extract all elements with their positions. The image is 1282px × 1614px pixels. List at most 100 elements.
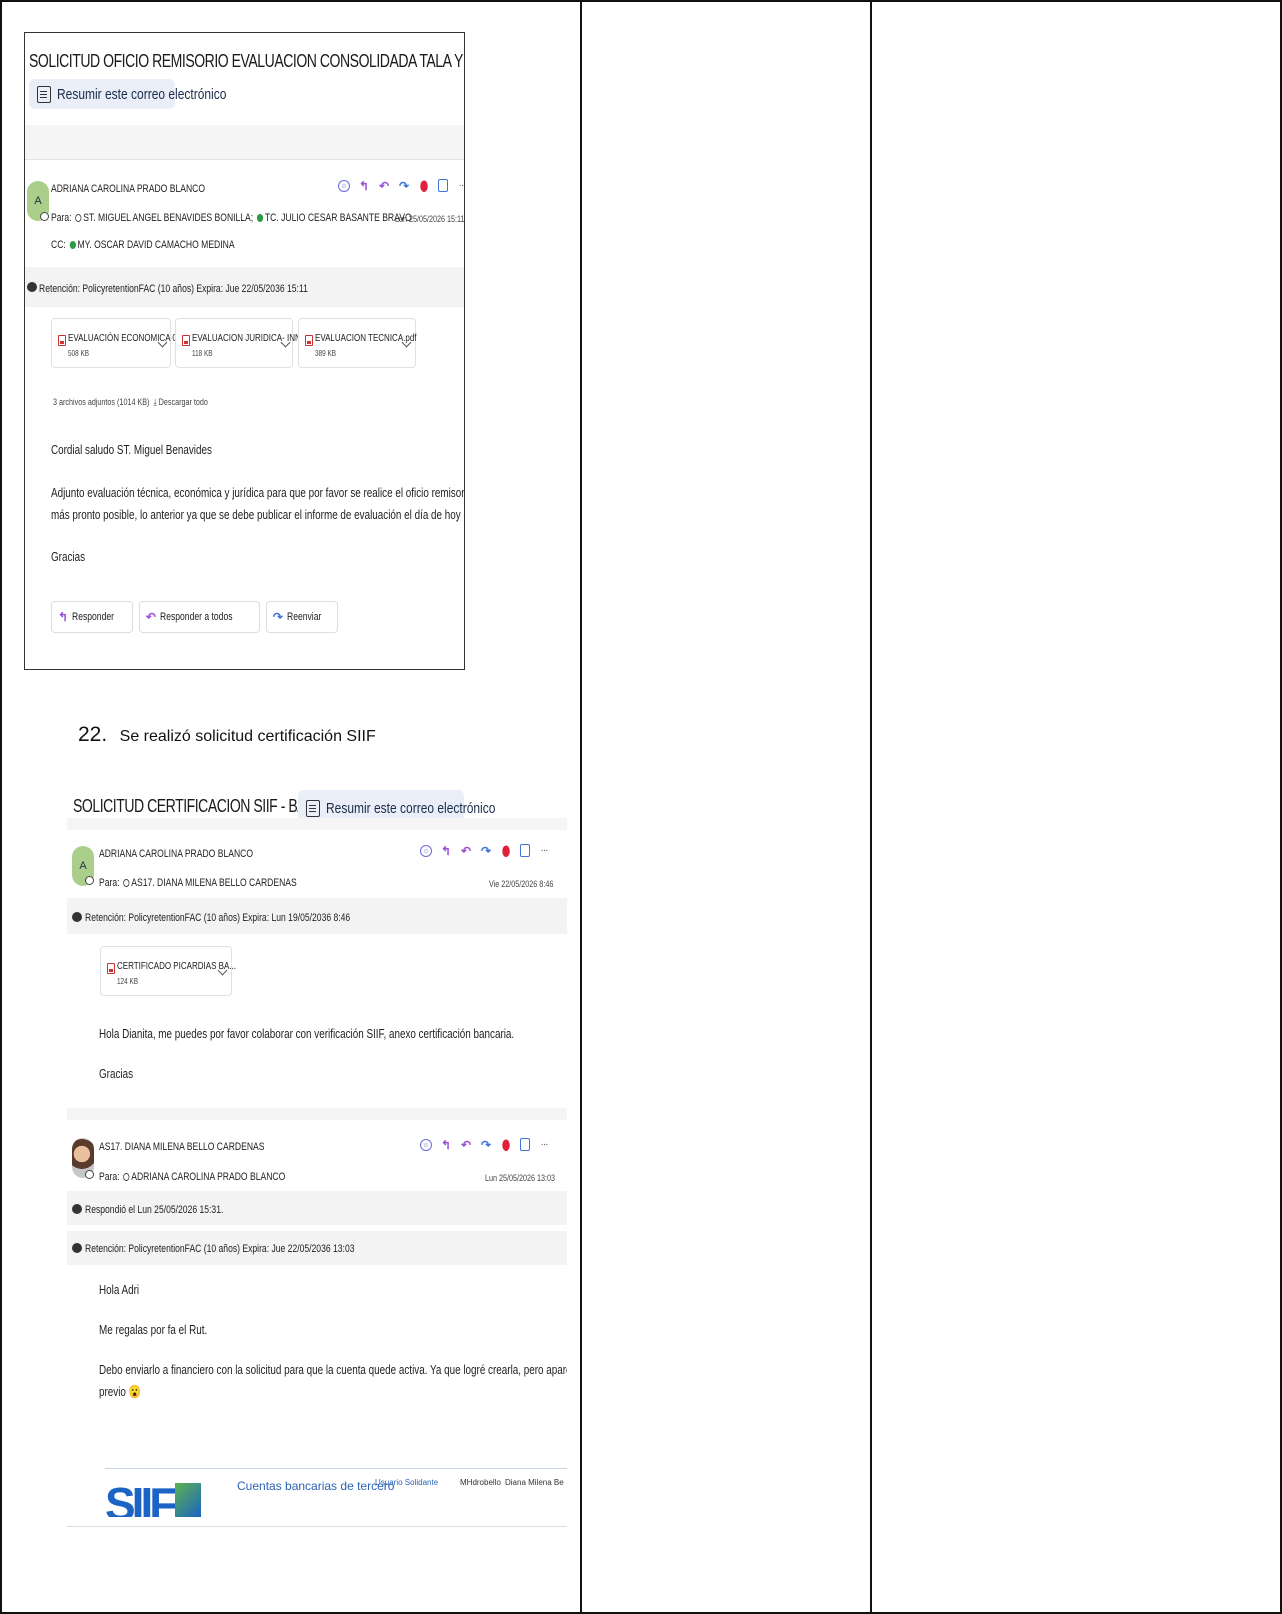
siif-page-title: Cuentas bancarias de tercero — [237, 1479, 395, 1493]
download-icon[interactable]: ⤓ — [153, 397, 156, 407]
summarize-icon — [306, 799, 320, 817]
reply-icon[interactable]: ↰ — [358, 180, 370, 192]
apps-icon[interactable] — [520, 844, 530, 857]
body-line: Adjunto evaluación técnica, económica y … — [51, 485, 465, 500]
reply-label: Responder — [72, 611, 115, 623]
siif-logo-mark — [175, 1483, 201, 1517]
body-line: Me regalas por fa el Rut. — [99, 1322, 208, 1337]
reply-buttons: ↰ Responder ↶ Responder a todos ↷ Reenviar — [51, 601, 338, 633]
message-separator — [67, 1108, 567, 1120]
sender-name[interactable]: ADRIANA CAROLINA PRADO BLANCO — [99, 848, 253, 860]
forward-icon[interactable]: ↷ — [480, 1139, 492, 1151]
reply-all-icon[interactable]: ↶ — [460, 1139, 472, 1151]
more-icon[interactable]: ··· — [456, 180, 465, 192]
to-label: Para: — [99, 877, 120, 889]
forward-icon: ↷ — [272, 610, 283, 624]
recipients-cc: CC: MY. OSCAR DAVID CAMACHO MEDINA — [51, 239, 235, 251]
emoji-icon: 😮 — [128, 1384, 141, 1399]
shield-icon[interactable]: ⬮ — [418, 179, 430, 193]
cc-label: CC: — [51, 239, 66, 251]
body-line: Hola Adri — [99, 1282, 140, 1297]
attachment-card[interactable]: CERTIFICADO PICARDIAS BA... 124 KB — [100, 946, 236, 996]
reply-all-button[interactable]: ↶ Responder a todos — [138, 601, 260, 633]
emoji-icon[interactable]: ☺ — [338, 179, 350, 192]
siif-user-label: Usuario Solidante — [375, 1478, 439, 1487]
presence-icon — [69, 241, 76, 250]
recipient[interactable]: ST. MIGUEL ANGEL BENAVIDES BONILLA; — [83, 212, 253, 224]
recipients-to: Para: AS17. DIANA MILENA BELLO CARDENAS — [99, 877, 297, 889]
recipients-to: Para: ADRIANA CAROLINA PRADO BLANCO — [99, 1171, 285, 1183]
recipient[interactable]: ADRIANA CAROLINA PRADO BLANCO — [131, 1171, 285, 1183]
attachment-card[interactable]: EVALUACION TECNICA.pdf 389 KB — [298, 318, 417, 368]
shield-icon[interactable]: ⬮ — [500, 1138, 512, 1152]
recipients-to: Para: ST. MIGUEL ANGEL BENAVIDES BONILLA… — [51, 212, 412, 224]
forward-icon[interactable]: ↷ — [398, 180, 410, 192]
presence-icon — [75, 214, 82, 223]
download-all-link[interactable]: Descargar todo — [159, 397, 208, 407]
table-column-divider — [870, 0, 872, 1614]
apps-icon[interactable] — [438, 179, 448, 192]
attachment-size: 508 KB — [68, 349, 89, 358]
message-date: Vie 22/05/2026 8:46 — [489, 879, 554, 889]
sender-name[interactable]: AS17. DIANA MILENA BELLO CARDENAS — [99, 1141, 264, 1153]
presence-icon — [123, 1173, 130, 1182]
email-screenshot-1: SOLICITUD OFICIO REMISORIO EVALUACION CO… — [24, 32, 465, 670]
attachment-size: 124 KB — [117, 977, 138, 986]
body-line: previo 😮 — [99, 1384, 141, 1400]
message-date: Lun 25/05/2026 13:03 — [485, 1173, 556, 1183]
attachment-size: 118 KB — [192, 349, 213, 358]
message-actions: ☺ ↰ ↶ ↷ ⬮ ··· — [420, 1138, 558, 1152]
reply-icon: ↰ — [58, 610, 69, 624]
more-icon[interactable]: ··· — [538, 1139, 550, 1151]
step-heading: 22. Se realizó solicitud certificación S… — [78, 723, 376, 747]
reply-all-icon[interactable]: ↶ — [378, 180, 390, 192]
body-thanks: Gracias — [99, 1066, 134, 1081]
email-subject: SOLICITUD OFICIO REMISORIO EVALUACION CO… — [29, 51, 465, 71]
recipient[interactable]: MY. OSCAR DAVID CAMACHO MEDINA — [78, 239, 235, 251]
header-spacer — [25, 125, 464, 159]
to-label: Para: — [51, 212, 72, 224]
presence-icon — [85, 876, 94, 885]
step-text: Se realizó solicitud certificación SIIF — [119, 728, 376, 745]
reply-icon[interactable]: ↰ — [440, 845, 452, 857]
emoji-icon[interactable]: ☺ — [420, 844, 432, 857]
siif-screenshot: SIIF Cuentas bancarias de tercero Usuari… — [105, 1468, 567, 1518]
reply-button[interactable]: ↰ Responder — [51, 601, 133, 633]
body-text: previo — [99, 1384, 126, 1399]
apps-icon[interactable] — [520, 1138, 530, 1151]
body-line: Hola Dianita, me puedes por favor colabo… — [99, 1026, 515, 1041]
pdf-icon — [58, 335, 66, 346]
reply-icon[interactable]: ↰ — [440, 1139, 452, 1151]
message-actions: ☺ ↰ ↶ ↷ ⬮ ··· — [420, 844, 558, 858]
attachment-summary: 3 archivos adjuntos (1014 KB) ⤓ Descarga… — [53, 397, 208, 408]
attachment-card[interactable]: EVALUACION JURIDICA- INN... 118 KB — [175, 318, 307, 368]
recipient[interactable]: AS17. DIANA MILENA BELLO CARDENAS — [131, 877, 296, 889]
divider — [67, 1526, 567, 1527]
presence-icon — [123, 879, 130, 888]
presence-icon — [257, 214, 264, 223]
forward-button[interactable]: ↷ Reenviar — [265, 601, 338, 633]
body-thanks: Gracias — [51, 549, 86, 564]
sender-name[interactable]: ADRIANA CAROLINA PRADO BLANCO — [51, 183, 205, 195]
forward-label: Reenviar — [286, 611, 322, 623]
recipient[interactable]: TC. JULIO CESAR BASANTE BRAVO — [265, 212, 412, 224]
retention-text: Retención: PolicyretentionFAC (10 años) … — [85, 912, 351, 924]
info-icon — [72, 1243, 82, 1253]
info-icon — [27, 282, 37, 292]
attachment-card[interactable]: EVALUACIÓN ECONOMICA 0... 508 KB — [51, 318, 183, 368]
reply-all-icon[interactable]: ↶ — [460, 845, 472, 857]
siif-logo-text: SIIF — [105, 1478, 177, 1517]
header-spacer — [67, 818, 567, 830]
pdf-icon — [107, 963, 115, 974]
reply-all-label: Responder a todos — [159, 611, 233, 623]
retention-text: Retención: PolicyretentionFAC (10 años) … — [39, 283, 308, 295]
shield-icon[interactable]: ⬮ — [500, 844, 512, 858]
to-label: Para: — [99, 1171, 120, 1183]
presence-icon — [85, 1170, 94, 1179]
emoji-icon[interactable]: ☺ — [420, 1138, 432, 1151]
siif-username: MHdrobello — [460, 1478, 501, 1487]
summarize-button[interactable]: Resumir este correo electrónico — [29, 79, 226, 109]
forward-icon[interactable]: ↷ — [480, 845, 492, 857]
body-line: Debo enviarlo a financiero con la solici… — [99, 1362, 567, 1377]
more-icon[interactable]: ··· — [538, 845, 550, 857]
